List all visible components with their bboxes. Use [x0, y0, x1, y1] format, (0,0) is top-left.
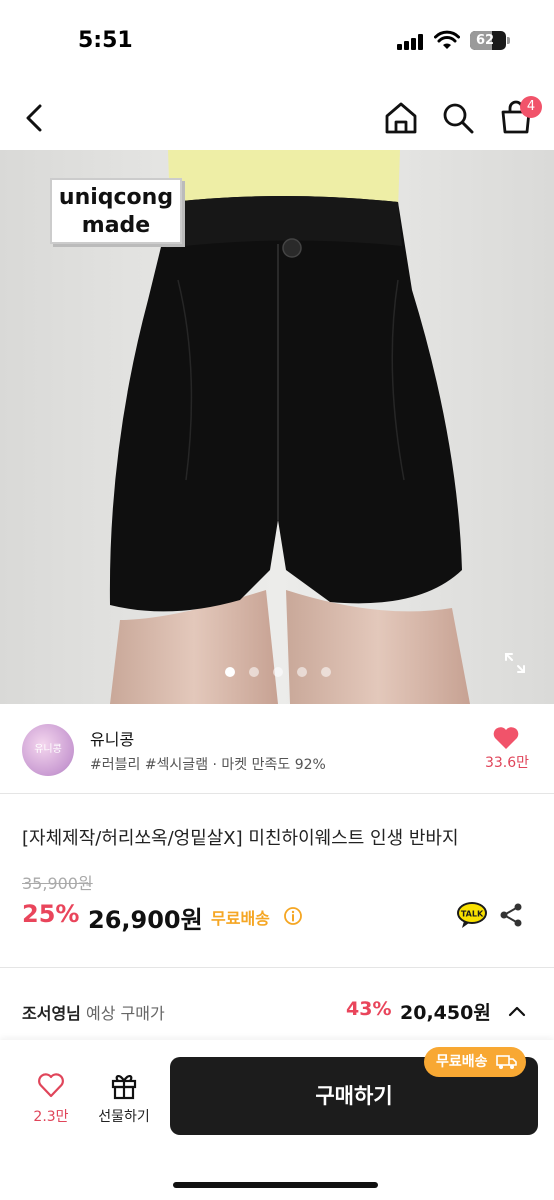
seller-like-count: 33.6만	[484, 755, 530, 771]
sale-price: 26,900원	[88, 906, 203, 934]
top-nav-bar	[0, 88, 554, 148]
brand-label-line2: made	[81, 213, 151, 238]
expected-price: 20,450원	[400, 1002, 491, 1024]
expand-icon[interactable]	[503, 651, 527, 675]
battery-icon: 62	[470, 31, 506, 50]
product-title: [자체제작/허리쏘옥/엉밑살X] 미친하이웨스트 인생 반바지	[22, 828, 459, 849]
expected-discount-rate: 43%	[346, 998, 392, 1020]
gift-icon	[111, 1075, 137, 1100]
gift-button[interactable]: 선물하기	[88, 1066, 160, 1136]
pagination-dot[interactable]	[321, 667, 331, 677]
discount-rate: 25%	[22, 900, 80, 928]
battery-level: 62	[475, 33, 495, 48]
divider	[0, 793, 554, 794]
original-price: 35,900원	[22, 874, 93, 893]
bottom-action-bar: 2.3만 선물하기 구매하기 무료배송	[0, 1040, 554, 1200]
seller-tags: #러블리 #섹시글램 · 마켓 만족도 92%	[90, 757, 326, 773]
svg-text:TALK: TALK	[461, 910, 484, 919]
pagination-dot[interactable]	[225, 667, 235, 677]
kakao-talk-icon[interactable]: TALK	[456, 901, 488, 929]
brand-label: uniqcong made	[50, 178, 182, 244]
home-icon[interactable]	[382, 100, 420, 136]
divider	[0, 967, 554, 968]
home-indicator	[173, 1182, 378, 1188]
search-icon[interactable]	[440, 100, 476, 136]
seller-avatar[interactable]: 유니콩	[22, 724, 74, 776]
expected-price-caption: 예상 구매가	[85, 1004, 165, 1023]
expected-price-label: 조서영님 예상 구매가	[22, 1000, 165, 1024]
share-icon[interactable]	[499, 902, 523, 928]
heart-outline-icon	[38, 1073, 64, 1098]
chevron-up-icon[interactable]	[506, 1000, 528, 1022]
brand-label-line1: uniqcong	[58, 185, 174, 210]
info-icon[interactable]	[283, 906, 303, 926]
signal-icon	[397, 34, 427, 50]
seller-name[interactable]: 유니콩	[90, 726, 134, 750]
pagination-dot[interactable]	[297, 667, 307, 677]
pagination-dot[interactable]	[273, 667, 283, 677]
free-shipping-label: 무료배송	[211, 909, 270, 928]
heart-icon[interactable]	[492, 726, 520, 750]
truck-icon	[496, 1055, 517, 1069]
expected-price-row[interactable]: 조서영님 예상 구매가 43% 20,450원	[0, 986, 554, 1036]
seller-section[interactable]: 유니콩 유니콩 #러블리 #섹시글램 · 마켓 만족도 92% 33.6만	[0, 712, 554, 792]
image-pagination[interactable]	[0, 667, 554, 679]
wishlist-count: 2.3만	[33, 1109, 69, 1125]
gift-label: 선물하기	[98, 1109, 150, 1125]
wifi-icon	[434, 30, 460, 49]
battery-cap	[507, 37, 510, 44]
wishlist-button[interactable]: 2.3만	[18, 1066, 84, 1136]
cart-count-badge: 4	[520, 96, 542, 118]
back-arrow-icon[interactable]	[20, 98, 50, 138]
status-time: 5:51	[78, 28, 133, 53]
status-bar: 5:51 62	[0, 0, 554, 80]
member-name: 조서영님	[22, 1004, 81, 1023]
pagination-dot[interactable]	[249, 667, 259, 677]
